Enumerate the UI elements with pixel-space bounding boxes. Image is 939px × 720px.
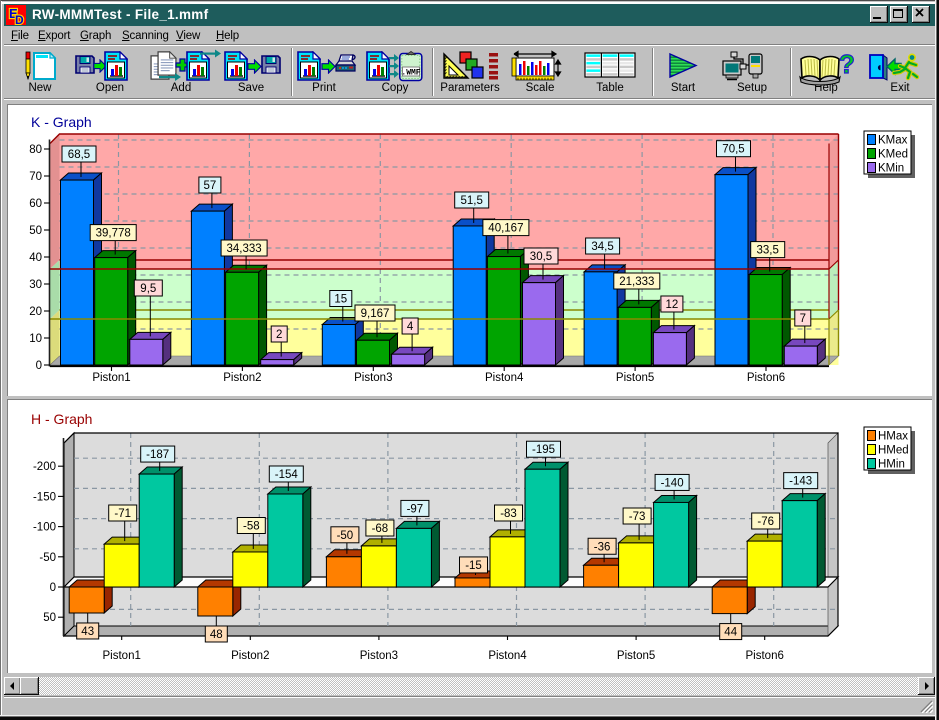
- svg-text:70,5: 70,5: [722, 144, 744, 156]
- svg-text:HMax: HMax: [878, 431, 908, 443]
- svg-text:80: 80: [29, 144, 42, 156]
- svg-text:57: 57: [204, 180, 217, 192]
- svg-text:10: 10: [29, 333, 42, 345]
- svg-text:50: 50: [29, 225, 42, 237]
- svg-text:2: 2: [276, 329, 282, 341]
- svg-text:43: 43: [81, 626, 94, 638]
- svg-text:-76: -76: [757, 516, 774, 528]
- svg-text:30: 30: [29, 279, 42, 291]
- svg-text:KMax: KMax: [878, 135, 908, 147]
- svg-text:Piston4: Piston4: [488, 650, 527, 662]
- svg-text:34,5: 34,5: [591, 241, 613, 253]
- svg-text:-154: -154: [275, 469, 299, 481]
- svg-text:34,333: 34,333: [227, 243, 262, 255]
- svg-text:48: 48: [210, 629, 223, 641]
- svg-text:44: 44: [724, 627, 737, 639]
- svg-text:KMin: KMin: [878, 163, 904, 175]
- svg-text:Piston1: Piston1: [92, 372, 130, 384]
- svg-text:HMed: HMed: [878, 445, 909, 457]
- svg-text:-15: -15: [465, 560, 482, 572]
- svg-text:-140: -140: [661, 477, 684, 489]
- svg-text:39,778: 39,778: [96, 228, 131, 240]
- svg-text:H - Graph: H - Graph: [31, 411, 92, 427]
- svg-text:60: 60: [29, 198, 42, 210]
- svg-text:30,5: 30,5: [530, 251, 552, 263]
- svg-text:-50: -50: [337, 530, 354, 542]
- svg-text:Piston5: Piston5: [617, 650, 655, 662]
- svg-text:-143: -143: [789, 476, 812, 488]
- svg-text:Piston1: Piston1: [103, 650, 141, 662]
- svg-text:70: 70: [29, 171, 42, 183]
- svg-text:21,333: 21,333: [619, 276, 654, 288]
- svg-text:4: 4: [407, 321, 414, 333]
- svg-text:9,167: 9,167: [361, 308, 390, 320]
- svg-text:-150: -150: [33, 491, 56, 503]
- svg-text:Piston2: Piston2: [223, 372, 261, 384]
- svg-text:-187: -187: [146, 449, 169, 461]
- svg-text:-97: -97: [407, 503, 424, 515]
- svg-text:40,167: 40,167: [488, 223, 523, 235]
- svg-text:-100: -100: [33, 522, 56, 534]
- svg-text:7: 7: [800, 313, 806, 325]
- svg-text:20: 20: [29, 306, 42, 318]
- svg-text:68,5: 68,5: [68, 149, 90, 161]
- svg-text:-36: -36: [594, 541, 611, 553]
- svg-text:15: 15: [334, 294, 347, 306]
- svg-text:-50: -50: [39, 552, 56, 564]
- svg-text:40: 40: [29, 252, 42, 264]
- svg-text:-195: -195: [532, 444, 555, 456]
- svg-text:-68: -68: [372, 523, 389, 535]
- svg-text:-58: -58: [243, 521, 260, 533]
- svg-text:Piston3: Piston3: [354, 372, 392, 384]
- svg-text:Piston2: Piston2: [231, 650, 269, 662]
- svg-text:Piston5: Piston5: [616, 372, 654, 384]
- svg-text:33,5: 33,5: [757, 245, 779, 257]
- svg-text:9,5: 9,5: [140, 283, 156, 295]
- svg-text:Piston6: Piston6: [747, 372, 785, 384]
- svg-text:0: 0: [50, 582, 56, 594]
- svg-text:Piston6: Piston6: [746, 650, 784, 662]
- svg-text:-83: -83: [500, 508, 517, 520]
- svg-text:50: 50: [43, 612, 56, 624]
- svg-text:HMin: HMin: [878, 459, 905, 471]
- svg-text:-71: -71: [114, 508, 131, 520]
- svg-text:Piston4: Piston4: [485, 372, 524, 384]
- svg-text:KMed: KMed: [878, 149, 908, 161]
- svg-text:51,5: 51,5: [461, 195, 483, 207]
- svg-text:0: 0: [36, 360, 42, 372]
- svg-text:Piston3: Piston3: [360, 650, 398, 662]
- svg-text:12: 12: [666, 299, 679, 311]
- svg-text:-200: -200: [33, 461, 56, 473]
- svg-text:-73: -73: [629, 511, 646, 523]
- svg-text:K - Graph: K - Graph: [31, 114, 92, 130]
